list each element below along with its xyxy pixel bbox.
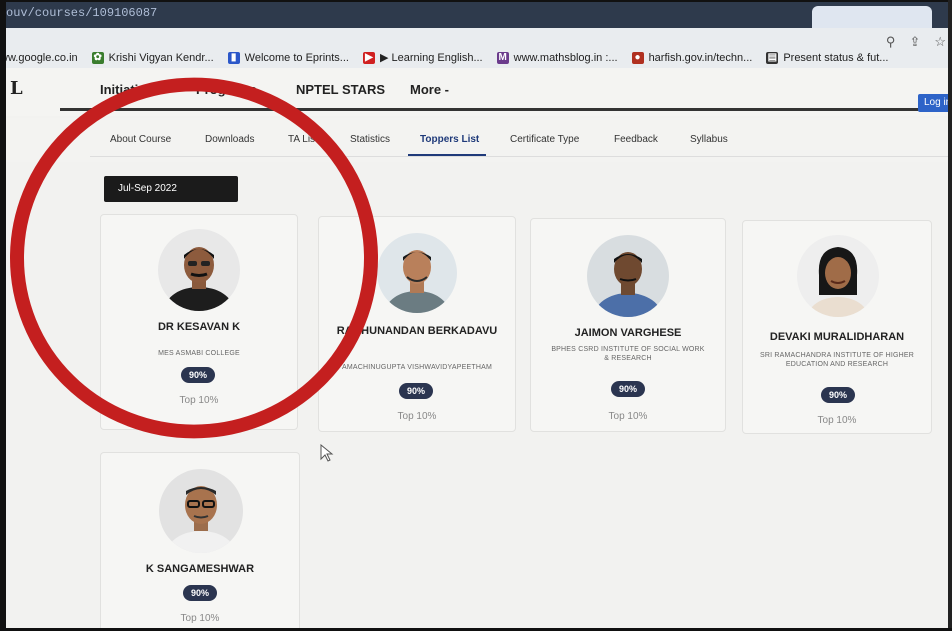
score-badge: 90% <box>181 367 215 383</box>
photo-edge <box>0 0 6 631</box>
topper-rank: Top 10% <box>179 395 219 406</box>
bookmark-label: Present status & fut... <box>783 52 889 64</box>
topper-card[interactable]: JAIMON VARGHESE BPHES CSRD INSTITUTE OF … <box>530 218 726 432</box>
bookmark-label: harfish.gov.in/techn... <box>648 52 753 64</box>
tab-certificate-type[interactable]: Certificate Type <box>510 134 579 145</box>
site-logo[interactable]: L <box>10 78 23 99</box>
topper-card[interactable]: RAGHUNANDAN BERKADAVU AMACHINUGUPTA VISH… <box>318 216 516 432</box>
tab-toppers-list[interactable]: Toppers List <box>420 134 479 145</box>
course-tabs: About Course Downloads TA List Statistic… <box>0 118 952 162</box>
header-divider <box>60 108 952 111</box>
topper-college: AMACHINUGUPTA VISHWAVIDYAPEETHAM <box>341 364 493 371</box>
topper-rank: Top 10% <box>608 411 648 422</box>
browser-toolbar-icons: ⚲ ⇪ ☆ <box>886 34 946 50</box>
bookmark-kvk[interactable]: ✿ Krishi Vigyan Kendr... <box>91 52 214 64</box>
fish-icon: ● <box>631 52 644 64</box>
bookmark-present-status[interactable]: ▤ Present status & fut... <box>766 52 888 64</box>
score-badge: 90% <box>399 383 433 399</box>
nav-nptel-stars[interactable]: NPTEL STARS <box>296 82 385 97</box>
score-badge: 90% <box>821 387 855 403</box>
bookmark-learning-english[interactable]: ▶ ▶ Learning English... <box>362 51 483 64</box>
session-selector[interactable]: Jul-Sep 2022 <box>104 176 238 202</box>
bookmark-label: Krishi Vigyan Kendr... <box>108 52 214 64</box>
topper-college: MES ASMABI COLLEGE <box>158 350 240 357</box>
topper-rank: Top 10% <box>397 411 437 422</box>
avatar <box>797 235 879 317</box>
bookmarks-bar: ww.google.co.in ✿ Krishi Vigyan Kendr...… <box>0 28 952 68</box>
active-tab-indicator <box>408 154 486 156</box>
avatar <box>587 235 669 317</box>
tab-statistics[interactable]: Statistics <box>350 134 390 145</box>
site-header: L Initiatives - Programs NPTEL STARS Mor… <box>0 68 952 116</box>
bookmark-label: ww.google.co.in <box>0 52 78 64</box>
login-button[interactable]: Log in <box>918 94 952 112</box>
photo-edge <box>948 0 952 631</box>
screen-photo: ouv/courses/109106087 ww.google.co.in ✿ … <box>0 0 952 631</box>
topper-card[interactable]: DR KESAVAN K MES ASMABI COLLEGE 90% Top … <box>100 214 298 430</box>
kvk-icon: ✿ <box>91 52 104 64</box>
topper-name: DR KESAVAN K <box>157 321 241 333</box>
tab-about-course[interactable]: About Course <box>110 134 171 145</box>
topper-name: RAGHUNANDAN BERKADAVU <box>336 325 498 337</box>
browser-tab[interactable] <box>812 6 932 28</box>
tab-downloads[interactable]: Downloads <box>205 134 254 145</box>
photo-edge <box>0 0 952 2</box>
share-icon[interactable]: ⇪ <box>909 34 920 50</box>
tab-ta-list[interactable]: TA List <box>288 134 318 145</box>
star-icon[interactable]: ☆ <box>934 34 946 50</box>
topper-name: JAIMON VARGHESE <box>574 327 682 339</box>
mouse-cursor-icon <box>320 444 334 462</box>
mathsblog-icon: M <box>496 52 509 64</box>
score-badge: 90% <box>183 585 217 601</box>
topper-card[interactable]: DEVAKI MURALIDHARAN SRI RAMACHANDRA INST… <box>742 220 932 434</box>
topper-name: DEVAKI MURALIDHARAN <box>769 331 905 343</box>
avatar <box>159 469 243 553</box>
url-text[interactable]: ouv/courses/109106087 <box>6 6 157 20</box>
search-icon[interactable]: ⚲ <box>886 34 896 50</box>
tab-syllabus[interactable]: Syllabus <box>690 134 728 145</box>
avatar <box>377 233 457 313</box>
nav-programs[interactable]: Programs <box>196 82 257 97</box>
avatar <box>158 229 240 311</box>
bookmark-label: ▶ Learning English... <box>379 52 483 64</box>
bookmark-mathsblog[interactable]: M www.mathsblog.in :... <box>496 52 618 64</box>
score-badge: 90% <box>611 381 645 397</box>
topper-rank: Top 10% <box>180 613 220 624</box>
bookmark-label: Welcome to Eprints... <box>244 52 349 64</box>
topper-college: SRI RAMACHANDRA INSTITUTE OF HIGHER EDUC… <box>759 352 914 368</box>
youtube-icon: ▶ <box>362 51 375 64</box>
topper-card[interactable]: K SANGAMESHWAR 90% Top 10% <box>100 452 300 631</box>
browser-address-bar[interactable]: ouv/courses/109106087 <box>0 0 952 28</box>
bookmark-label: www.mathsblog.in :... <box>513 52 618 64</box>
topper-name: K SANGAMESHWAR <box>145 563 255 575</box>
bookmark-google[interactable]: ww.google.co.in <box>0 52 78 64</box>
nav-initiatives[interactable]: Initiatives - <box>100 82 168 97</box>
topper-rank: Top 10% <box>817 415 857 426</box>
nav-more[interactable]: More - <box>410 82 449 97</box>
bookmark-harfish[interactable]: ● harfish.gov.in/techn... <box>631 52 753 64</box>
topper-college: BPHES CSRD INSTITUTE OF SOCIAL WORK & RE… <box>551 346 705 362</box>
document-icon: ▮ <box>227 52 240 64</box>
tab-feedback[interactable]: Feedback <box>614 134 658 145</box>
page-icon: ▤ <box>766 52 779 64</box>
bookmark-eprints[interactable]: ▮ Welcome to Eprints... <box>227 52 349 64</box>
tabs-divider <box>90 156 952 157</box>
